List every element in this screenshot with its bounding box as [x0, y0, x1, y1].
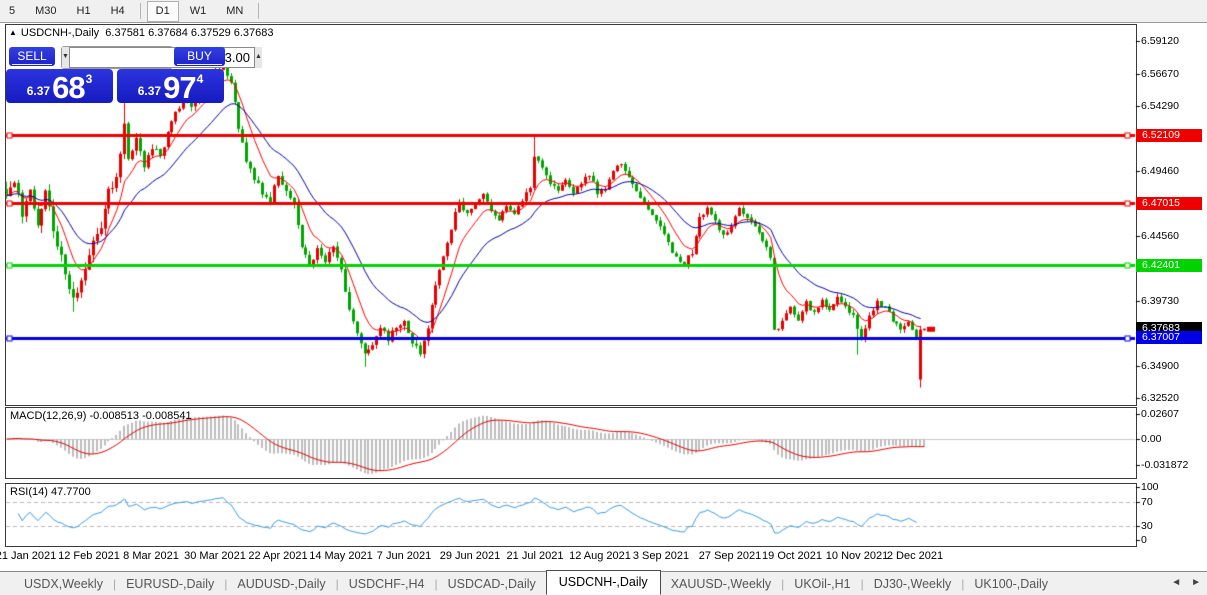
date-axis-label: 10 Nov 2021 — [826, 550, 888, 562]
buy-price-display[interactable]: 6.37 97 4 — [117, 69, 224, 103]
date-axis-label: 29 Jun 2021 — [440, 550, 501, 562]
rsi-label: RSI(14) 47.7700 — [10, 486, 91, 498]
date-axis-label: 7 Jun 2021 — [377, 550, 431, 562]
tab-scroll-arrows: ◄ ► — [1171, 577, 1201, 588]
volume-input[interactable] — [69, 47, 255, 68]
sell-underline — [12, 64, 52, 65]
level-price-badge: 6.42401 — [1136, 259, 1202, 272]
price-axis-label: 6.59120 — [1141, 35, 1179, 47]
price-axis-label: 6.34900 — [1141, 360, 1179, 372]
sell-button[interactable]: SELL — [9, 47, 55, 66]
chart-header: ▲ USDCNH-,Daily 6.37581 6.37684 6.37529 6… — [9, 27, 274, 39]
date-axis-label: 8 Mar 2021 — [123, 550, 179, 562]
rsi-axis-label: 30 — [1141, 520, 1153, 532]
symbol-tab-dj30-weekly[interactable]: DJ30-,Weekly — [864, 574, 962, 594]
date-axis-label: 19 Oct 2021 — [762, 550, 822, 562]
date-axis-label: 22 Apr 2021 — [248, 550, 307, 562]
rsi-axis-label: 70 — [1141, 496, 1153, 508]
tab-scroll-left-icon[interactable]: ◄ — [1171, 577, 1181, 588]
volume-decrease-icon[interactable]: ▼ — [62, 47, 69, 68]
price-axis-label: 6.32520 — [1141, 392, 1179, 404]
level-price-badge: 6.37007 — [1136, 331, 1202, 344]
date-axis-label: 27 Sep 2021 — [699, 550, 761, 562]
price-axis-label: 6.39730 — [1141, 295, 1179, 307]
symbol-tab-usdcad-daily[interactable]: USDCAD-,Daily — [438, 574, 546, 594]
date-axis-label: 30 Mar 2021 — [184, 550, 246, 562]
one-click-trade-widget: SELL ▼ ▲ BUY 6.37 68 3 6.37 97 4 — [6, 44, 228, 104]
chart-ohlc-values: 6.37581 6.37684 6.37529 6.37683 — [105, 27, 273, 39]
date-axis-label: 12 Feb 2021 — [58, 550, 120, 562]
price-axis-label: 6.44560 — [1141, 230, 1179, 242]
symbol-tab-uk100-daily[interactable]: UK100-,Daily — [964, 574, 1058, 594]
symbol-tab-ukoil-h1[interactable]: UKOil-,H1 — [784, 574, 860, 594]
symbol-tab-xauusd-weekly[interactable]: XAUUSD-,Weekly — [661, 574, 781, 594]
sell-price-sup: 3 — [86, 72, 93, 86]
date-axis-label: 12 Aug 2021 — [569, 550, 631, 562]
symbol-tab-usdcnh-daily[interactable]: USDCNH-,Daily — [546, 570, 661, 595]
date-axis-label: 14 May 2021 — [309, 550, 373, 562]
rsi-axis-label: 0 — [1141, 534, 1147, 546]
date-axis-label: 2 Dec 2021 — [887, 550, 943, 562]
symbol-tab-usdx-weekly[interactable]: USDX,Weekly — [14, 574, 113, 594]
symbol-tab-audusd-daily[interactable]: AUDUSD-,Daily — [227, 574, 335, 594]
sell-price-prefix: 6.37 — [27, 84, 50, 98]
date-axis-label: 3 Sep 2021 — [633, 550, 689, 562]
sell-price-display[interactable]: 6.37 68 3 — [6, 69, 113, 103]
volume-increase-icon[interactable]: ▲ — [255, 47, 262, 68]
chart-symbol-title: USDCNH-,Daily — [21, 27, 99, 39]
buy-button-label: BUY — [187, 49, 212, 63]
buy-price-prefix: 6.37 — [138, 84, 161, 98]
symbol-tab-usdchf-h4[interactable]: USDCHF-,H4 — [339, 574, 435, 594]
macd-label: MACD(12,26,9) -0.008513 -0.008541 — [10, 410, 192, 422]
level-price-badge: 6.47015 — [1136, 197, 1202, 210]
price-axis-label: 6.54290 — [1141, 100, 1179, 112]
trading-terminal-window: 5M30H1H4D1W1MN ▲USDCNH-,Daily 6.37581 6.… — [0, 0, 1207, 595]
macd-axis-label: 0.00 — [1141, 433, 1161, 445]
volume-stepper: ▼ ▲ — [61, 46, 173, 69]
price-axis-label: 6.49460 — [1141, 165, 1179, 177]
macd-axis-label: 0.02607 — [1141, 408, 1179, 420]
rsi-axis-label: 100 — [1141, 481, 1159, 493]
collapse-chart-icon[interactable]: ▲ — [9, 28, 17, 37]
macd-axis-label: -0.031872 — [1141, 459, 1188, 471]
buy-underline — [177, 64, 222, 65]
date-axis-label: 21 Jul 2021 — [507, 550, 564, 562]
symbol-tab-eurusd-daily[interactable]: EURUSD-,Daily — [116, 574, 224, 594]
price-axis-label: 6.56670 — [1141, 68, 1179, 80]
sell-price-big: 68 — [52, 73, 84, 103]
buy-button[interactable]: BUY — [174, 47, 225, 66]
date-axis-label: 21 Jan 2021 — [0, 550, 56, 562]
level-price-badge: 6.52109 — [1136, 129, 1202, 142]
buy-price-big: 97 — [163, 73, 195, 103]
tab-scroll-right-icon[interactable]: ► — [1191, 577, 1201, 588]
symbol-tab-bar: USDX,Weekly|EURUSD-,Daily|AUDUSD-,Daily|… — [0, 571, 1207, 595]
buy-price-sup: 4 — [197, 72, 204, 86]
sell-button-label: SELL — [17, 49, 46, 63]
